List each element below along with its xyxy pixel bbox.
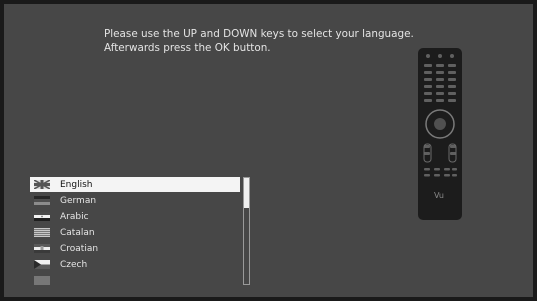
flag-croatia-icon [34,244,50,253]
language-label: Czech [60,259,88,270]
flag-arabic-icon [34,212,50,221]
remote-control-image: Vu [418,48,462,220]
language-item-english[interactable]: English [30,177,240,192]
language-item-croatian[interactable]: Croatian [30,241,240,256]
flag-catalonia-icon [34,228,50,237]
language-item-catalan[interactable]: Catalan [30,225,240,240]
language-item-german[interactable]: German [30,193,240,208]
language-label: Arabic [60,211,89,222]
remote-brand-logo: Vu [434,191,444,200]
instructions: Please use the UP and DOWN keys to selec… [104,27,434,55]
language-item-czech[interactable]: Czech [30,257,240,272]
scrollbar-thumb[interactable] [244,178,249,208]
instruction-line-2: Afterwards press the OK button. [104,42,271,54]
language-label: English [60,179,93,190]
language-label: Catalan [60,227,95,238]
language-item-partial[interactable] [30,273,240,287]
flag-icon [34,276,50,285]
list-scrollbar[interactable] [243,177,250,285]
flag-germany-icon [34,196,50,205]
language-label: German [60,195,97,206]
language-label: Croatian [60,243,99,254]
setup-screen: Please use the UP and DOWN keys to selec… [4,4,533,297]
flag-uk-icon [34,180,50,189]
language-list[interactable]: English German Arabic Catalan Croatian C… [30,177,252,287]
instruction-line-1: Please use the UP and DOWN keys to selec… [104,28,414,40]
language-item-arabic[interactable]: Arabic [30,209,240,224]
flag-czech-icon [34,260,50,269]
